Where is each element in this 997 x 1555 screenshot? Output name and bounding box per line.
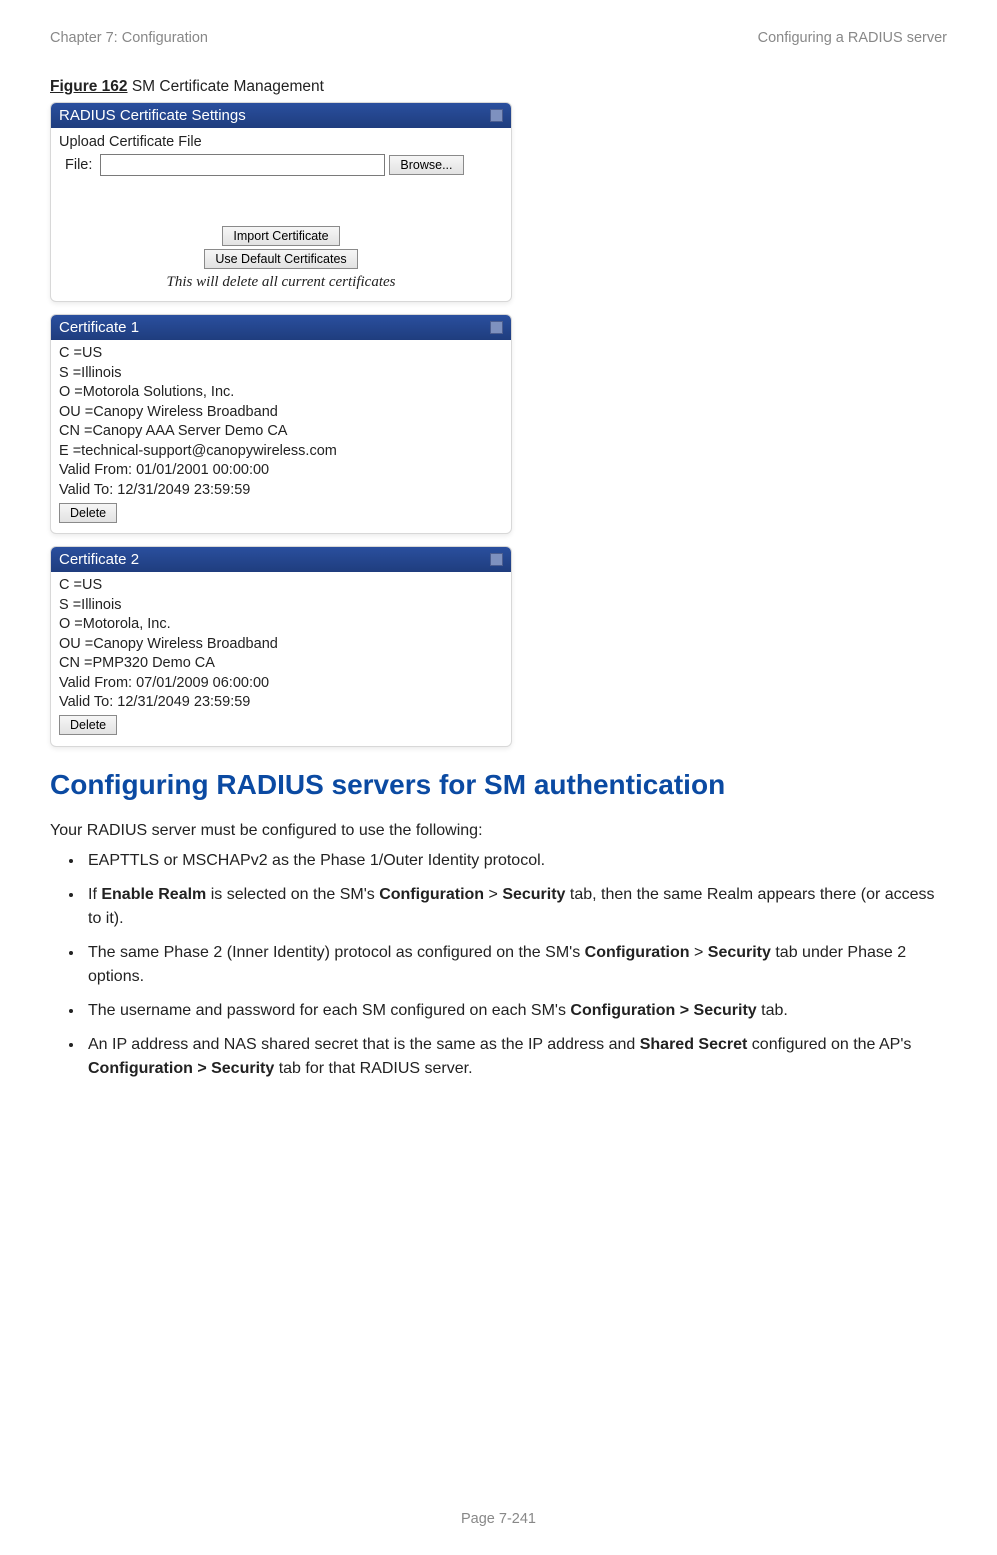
- page-footer: Page 7-241: [0, 1511, 997, 1527]
- bold-text: Shared Secret: [640, 1036, 748, 1053]
- cert1-body: C =US S =Illinois O =Motorola Solutions,…: [51, 340, 511, 533]
- cert-o: O =Motorola, Inc.: [59, 615, 503, 635]
- file-label: File:: [65, 157, 92, 173]
- bold-text: Configuration: [379, 886, 484, 903]
- collapse-icon[interactable]: [490, 553, 503, 566]
- certificate-2-panel: Certificate 2 C =US S =Illinois O =Motor…: [50, 546, 512, 747]
- cert-o: O =Motorola Solutions, Inc.: [59, 383, 503, 403]
- panel-header: Certificate 2: [51, 547, 511, 572]
- cert-ou: OU =Canopy Wireless Broadband: [59, 635, 503, 655]
- cert-c: C =US: [59, 576, 503, 596]
- bullet-text: The username and password for each SM co…: [88, 1002, 570, 1019]
- bullet-text: EAPTTLS or MSCHAPv2 as the Phase 1/Outer…: [88, 852, 545, 869]
- section-title: Configuring RADIUS servers for SM authen…: [50, 769, 947, 801]
- bullet-text: tab for that RADIUS server.: [274, 1060, 472, 1077]
- bold-text: Configuration > Security: [88, 1060, 274, 1077]
- collapse-icon[interactable]: [490, 321, 503, 334]
- collapse-icon[interactable]: [490, 109, 503, 122]
- header-right: Configuring a RADIUS server: [758, 30, 947, 46]
- panel-body: Upload Certificate File File: Browse... …: [51, 128, 511, 301]
- import-certificate-button[interactable]: Import Certificate: [222, 226, 339, 246]
- bullet-text: >: [484, 886, 502, 903]
- upload-label: Upload Certificate File: [59, 134, 503, 150]
- cert-s: S =Illinois: [59, 364, 503, 384]
- panel-title: RADIUS Certificate Settings: [59, 107, 246, 124]
- figure-caption-text: SM Certificate Management: [128, 78, 324, 95]
- list-item: An IP address and NAS shared secret that…: [84, 1033, 947, 1081]
- cert-valid-to: Valid To: 12/31/2049 23:59:59: [59, 481, 503, 501]
- list-item: EAPTTLS or MSCHAPv2 as the Phase 1/Outer…: [84, 849, 947, 873]
- bullet-text: If: [88, 886, 101, 903]
- cert-cn: CN =PMP320 Demo CA: [59, 654, 503, 674]
- page-header: Chapter 7: Configuration Configuring a R…: [50, 30, 947, 46]
- figure-number: Figure 162: [50, 78, 128, 95]
- bullet-text: tab.: [757, 1002, 788, 1019]
- bullet-text: An IP address and NAS shared secret that…: [88, 1036, 640, 1053]
- panel-header: Certificate 1: [51, 315, 511, 340]
- panel-header: RADIUS Certificate Settings: [51, 103, 511, 128]
- use-default-certs-button[interactable]: Use Default Certificates: [204, 249, 357, 269]
- delete-cert2-button[interactable]: Delete: [59, 715, 117, 735]
- cert-c: C =US: [59, 344, 503, 364]
- cert-e: E =technical-support@canopywireless.com: [59, 442, 503, 462]
- bold-text: Configuration: [585, 944, 690, 961]
- cert-s: S =Illinois: [59, 596, 503, 616]
- browse-button[interactable]: Browse...: [389, 155, 463, 175]
- delete-note: This will delete all current certificate…: [167, 274, 396, 291]
- center-buttons: Import Certificate Use Default Certifica…: [59, 226, 503, 291]
- panel-title: Certificate 1: [59, 319, 139, 336]
- header-left: Chapter 7: Configuration: [50, 30, 208, 46]
- cert-cn: CN =Canopy AAA Server Demo CA: [59, 422, 503, 442]
- bold-text: Security: [502, 886, 565, 903]
- intro-text: Your RADIUS server must be configured to…: [50, 819, 947, 843]
- bullet-text: The same Phase 2 (Inner Identity) protoc…: [88, 944, 585, 961]
- list-item: The username and password for each SM co…: [84, 999, 947, 1023]
- figure-caption: Figure 162 SM Certificate Management: [50, 78, 947, 96]
- cert-valid-from: Valid From: 01/01/2001 00:00:00: [59, 461, 503, 481]
- bullet-text: configured on the AP's: [747, 1036, 911, 1053]
- bullet-text: >: [690, 944, 708, 961]
- panel-title: Certificate 2: [59, 551, 139, 568]
- bold-text: Security: [708, 944, 771, 961]
- list-item: If Enable Realm is selected on the SM's …: [84, 883, 947, 931]
- bullet-list: EAPTTLS or MSCHAPv2 as the Phase 1/Outer…: [50, 849, 947, 1081]
- delete-cert1-button[interactable]: Delete: [59, 503, 117, 523]
- radius-cert-settings-panel: RADIUS Certificate Settings Upload Certi…: [50, 102, 512, 302]
- bullet-text: is selected on the SM's: [206, 886, 379, 903]
- cert-ou: OU =Canopy Wireless Broadband: [59, 403, 503, 423]
- bold-text: Configuration > Security: [570, 1002, 756, 1019]
- cert-valid-to: Valid To: 12/31/2049 23:59:59: [59, 693, 503, 713]
- cert-valid-from: Valid From: 07/01/2009 06:00:00: [59, 674, 503, 694]
- file-row: File: Browse...: [65, 154, 503, 176]
- bold-text: Enable Realm: [101, 886, 206, 903]
- file-input[interactable]: [100, 154, 385, 176]
- list-item: The same Phase 2 (Inner Identity) protoc…: [84, 941, 947, 989]
- cert2-body: C =US S =Illinois O =Motorola, Inc. OU =…: [51, 572, 511, 746]
- certificate-1-panel: Certificate 1 C =US S =Illinois O =Motor…: [50, 314, 512, 534]
